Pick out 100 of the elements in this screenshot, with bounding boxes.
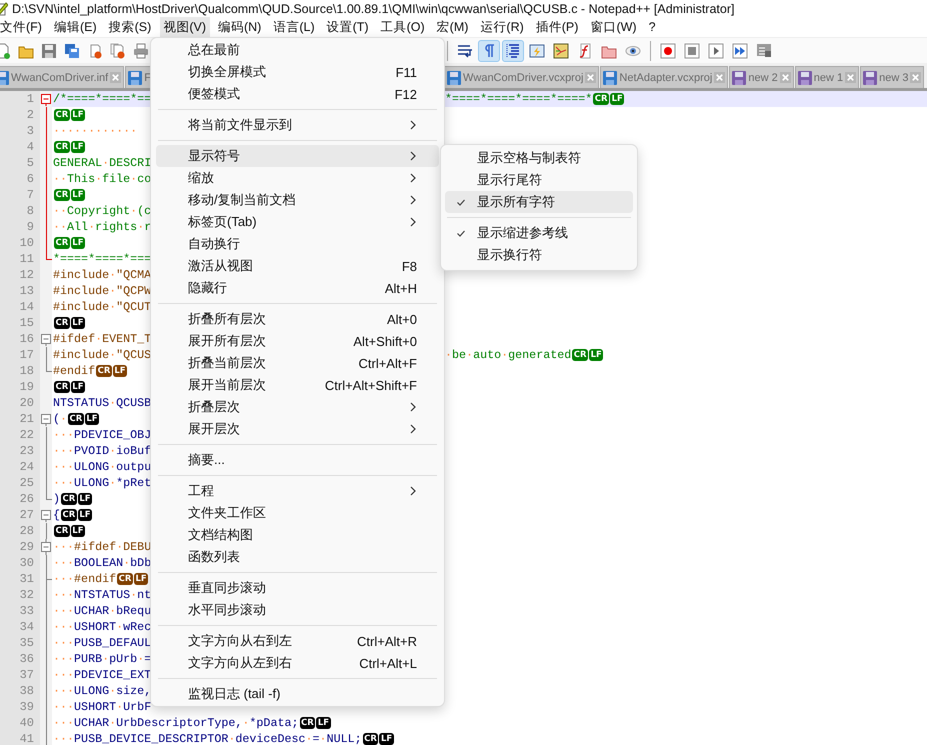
menu-item[interactable]: 文字方向从右到左 Ctrl+Alt+R <box>156 630 439 652</box>
shortcut-text: Alt+0 <box>386 312 417 326</box>
menu-item[interactable]: 文件夹工作区 <box>156 502 439 524</box>
line-number: 7 <box>26 187 35 203</box>
line-end-marker: LF <box>70 189 86 201</box>
line-number: 35 <box>18 635 35 651</box>
map-icon <box>553 42 569 58</box>
line-number: 41 <box>18 731 35 745</box>
menu-item[interactable]: 工具(O) <box>378 16 429 38</box>
disks-icon <box>64 42 80 58</box>
menu-item-label: 总在最前 <box>188 41 241 59</box>
menu-item[interactable]: 编码(N) <box>214 16 266 38</box>
menu-item[interactable]: 文件(F) <box>0 16 46 38</box>
menu-item[interactable]: 工程 <box>156 480 439 502</box>
menu-item[interactable]: 文字方向从左到右 Ctrl+Alt+L <box>156 652 439 674</box>
code-text: ············ <box>53 123 138 139</box>
menu-item[interactable]: 运行(R) <box>477 16 528 38</box>
lightning-window-icon <box>529 42 545 58</box>
menu-item[interactable]: 监视日志 (tail -f) <box>156 683 439 705</box>
menu-item[interactable]: 插件(P) <box>532 16 582 38</box>
menu-item[interactable]: 显示所有字符 <box>445 191 633 213</box>
menu-item[interactable]: 自动换行 <box>156 233 439 255</box>
menu-item[interactable]: 设置(T) <box>324 16 373 38</box>
line-number: 38 <box>18 683 35 699</box>
menu-item[interactable]: 视图(V) <box>160 16 210 38</box>
menu-item[interactable]: 展开层次 <box>156 418 439 440</box>
list-window-icon <box>756 42 772 58</box>
menu-item[interactable]: 文档结构图 <box>156 524 439 546</box>
toolbar-button[interactable] <box>478 40 500 62</box>
wrap-icon <box>457 42 473 58</box>
code-text: { <box>53 507 60 523</box>
menu-item-label: 展开层次 <box>188 420 241 438</box>
menu-item[interactable]: 折叠层次 <box>156 396 439 418</box>
code-text: #include·"QCMA <box>53 267 152 283</box>
code-text: GENERAL·DESCRI <box>53 155 152 171</box>
code-text: ···BOOLEAN·bDb <box>53 555 152 571</box>
menu-item[interactable]: 显示空格与制表符 <box>445 147 633 169</box>
menu-item[interactable]: 编辑(E) <box>50 16 101 38</box>
menu-item[interactable]: 语言(L) <box>270 16 319 38</box>
line-end-marker: LF <box>112 365 128 377</box>
menu-item[interactable]: 便签模式 F12 <box>156 83 439 105</box>
menu-item[interactable]: 显示行尾符 <box>445 169 633 191</box>
menu-item-label: 移动/复制当前文档 <box>188 191 297 209</box>
menu-item[interactable]: 函数列表 <box>156 546 439 568</box>
shortcut-text: Ctrl+Alt+Shift+F <box>324 378 417 392</box>
close-icon[interactable] <box>110 72 122 83</box>
fold-toggle-icon[interactable] <box>41 334 51 346</box>
menu-item-label: 显示换行符 <box>477 246 543 264</box>
close-icon[interactable] <box>780 72 791 83</box>
menu-item-label: 显示所有字符 <box>477 193 556 211</box>
code-text: #endif <box>53 363 96 379</box>
code-text: NTSTATUS·QCUSB <box>53 395 152 411</box>
menu-item[interactable]: 显示换行符 <box>445 244 633 266</box>
line-end-marker: LF <box>84 413 100 425</box>
line-number: 30 <box>18 555 35 571</box>
menu-item[interactable]: 显示符号 <box>156 145 439 167</box>
menu-item[interactable]: 展开当前层次 Ctrl+Alt+Shift+F <box>156 374 439 396</box>
menu-item[interactable]: 折叠所有层次 Alt+0 <box>156 308 439 330</box>
close-icon[interactable] <box>910 72 922 83</box>
toolbar-button[interactable] <box>502 40 524 62</box>
line-number: 34 <box>18 619 35 635</box>
fold-toggle-icon[interactable] <box>41 414 51 426</box>
fold-toggle-icon[interactable] <box>41 539 51 555</box>
menu-item[interactable]: 隐藏行 Alt+H <box>156 277 439 299</box>
window-title: D:\SVN\intel_platform\HostDriver\Qualcomm\QUD.Source\1.00.89.1\QMI\win\qcwwan\serial\QCUSB.c - Notepad++ [Administrator] <box>12 2 734 16</box>
line-end-marker: CR <box>593 93 610 105</box>
menu-item[interactable]: 缩放 <box>156 167 439 189</box>
menu-item[interactable]: 展开所有层次 Alt+Shift+0 <box>156 330 439 352</box>
line-end-marker: LF <box>78 509 92 521</box>
close-icon[interactable] <box>845 72 856 83</box>
fold-toggle-icon[interactable] <box>41 510 51 522</box>
menu-item[interactable]: 显示缩进参考线 <box>445 222 633 244</box>
line-end-marker: LF <box>70 109 86 121</box>
menu-item[interactable]: ? <box>646 18 660 36</box>
close-icon[interactable] <box>714 72 726 83</box>
menu-item[interactable]: 搜索(S) <box>106 16 156 38</box>
code-text: ···PVOID·ioBuf <box>53 443 152 459</box>
menu-item[interactable]: 摘要... <box>156 449 439 471</box>
menu-item-label: 便签模式 <box>188 85 241 103</box>
menu-item[interactable]: 窗口(W) <box>587 16 641 38</box>
menu-item[interactable]: 折叠当前层次 Ctrl+Alt+F <box>156 352 439 374</box>
code-text: ···UCHAR·UrbDescriptorType,·*pData; <box>53 715 299 731</box>
fold-toggle-icon[interactable] <box>41 94 51 106</box>
menu-item[interactable]: 宏(M) <box>434 16 472 38</box>
line-end-marker: LF <box>610 93 624 105</box>
close-icon[interactable] <box>585 72 596 83</box>
menu-item[interactable]: 切换全屏模式 F11 <box>156 61 439 83</box>
menu-item[interactable]: 将当前文件显示到 <box>156 114 439 136</box>
menu-item[interactable]: 标签页(Tab) <box>156 211 439 233</box>
shortcut-text: F11 <box>394 64 417 80</box>
menu-item-label: 摘要... <box>188 451 226 469</box>
menu-item-label: 水平同步滚动 <box>188 601 267 619</box>
menu-item[interactable]: 移动/复制当前文档 <box>156 189 439 211</box>
line-end-marker: LF <box>70 237 86 249</box>
menu-item[interactable]: 垂直同步滚动 <box>156 577 439 599</box>
menu-item-label: 垂直同步滚动 <box>188 579 267 597</box>
menu-item[interactable]: 激活从视图 F8 <box>156 255 439 277</box>
menu-item-label: 缩放 <box>188 169 215 187</box>
menu-item[interactable]: 水平同步滚动 <box>156 599 439 621</box>
menu-item-label: 函数列表 <box>188 548 241 566</box>
